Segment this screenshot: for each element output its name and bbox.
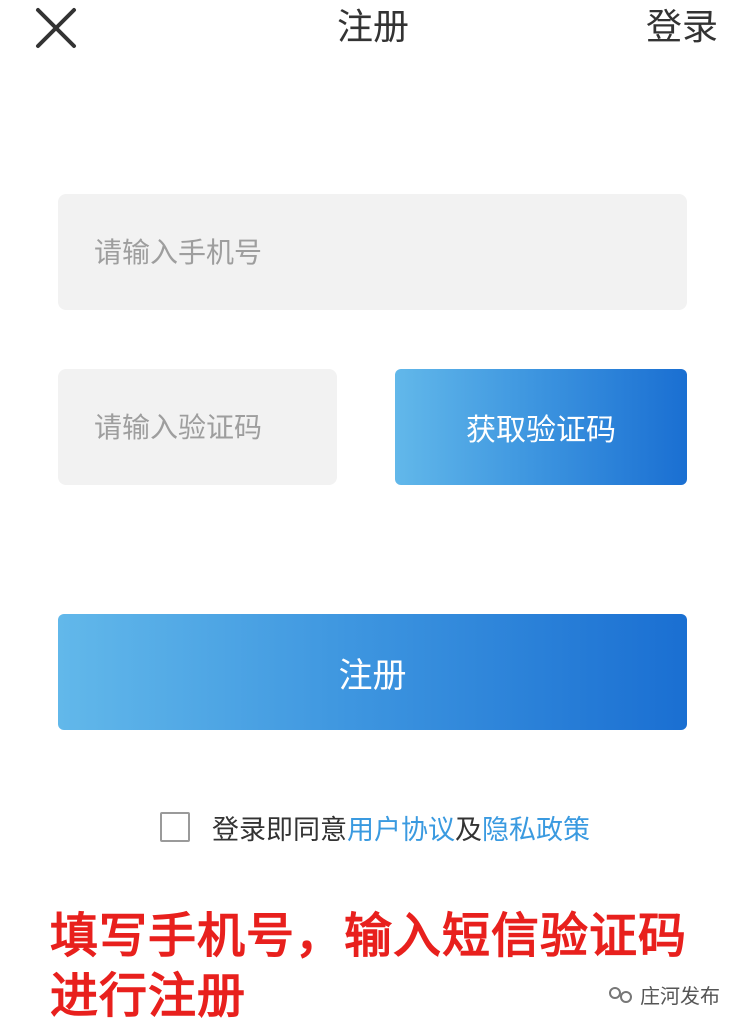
agreement-prefix: 登录即同意 <box>212 814 347 846</box>
get-code-button[interactable]: 获取验证码 <box>395 369 687 485</box>
phone-input[interactable] <box>58 194 687 310</box>
agreement-checkbox[interactable] <box>160 812 190 842</box>
privacy-policy-link[interactable]: 隐私政策 <box>482 808 590 847</box>
register-button[interactable]: 注册 <box>58 614 687 730</box>
user-agreement-link[interactable]: 用户协议 <box>347 808 455 847</box>
watermark: 庄河发布 <box>608 980 720 1009</box>
agreement-conjunction: 及 <box>455 814 482 846</box>
page-title: 注册 <box>336 7 409 48</box>
annotation-line-1: 填写手机号，输入短信验证码 <box>50 908 688 964</box>
watermark-text: 庄河发布 <box>640 984 720 1008</box>
wechat-channel-icon <box>609 986 632 1003</box>
agreement-row: 登录即同意 用户协议及隐私政策 <box>160 808 590 846</box>
login-link[interactable]: 登录 <box>646 6 718 50</box>
verification-code-input[interactable] <box>58 369 337 485</box>
